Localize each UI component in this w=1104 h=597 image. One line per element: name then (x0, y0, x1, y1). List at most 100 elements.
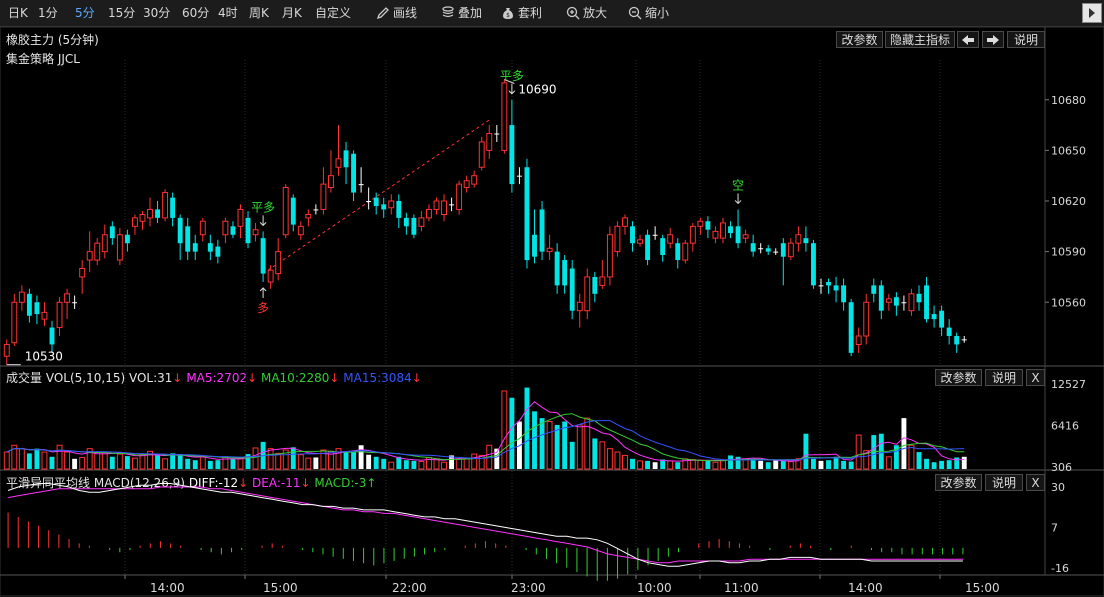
period-tab-6[interactable]: 4时 (218, 0, 238, 26)
volume-bar (562, 421, 568, 469)
macd-indicator: MACD(12,26,9) (93, 476, 185, 490)
down-arrow-icon: ↓ (172, 371, 183, 385)
volume-close-button[interactable]: X (1026, 369, 1045, 386)
scroll-left-button[interactable] (957, 31, 979, 48)
tool-button-0[interactable]: 画线 (376, 0, 417, 26)
zoom-in-icon (566, 6, 580, 20)
main-params-button[interactable]: 改参数 (836, 31, 883, 48)
candle-body (456, 183, 463, 210)
macd-close-button[interactable]: X (1026, 474, 1045, 491)
volume-bar (388, 461, 395, 470)
candle-body (546, 247, 553, 253)
candle-body (539, 209, 545, 252)
volume-bar (599, 441, 606, 470)
period-tab-4[interactable]: 30分 (143, 0, 170, 26)
down-arrow-icon: ↓ (247, 371, 258, 385)
candle-body (11, 301, 18, 344)
volume-bar (871, 435, 877, 469)
tool-button-1[interactable]: 叠加 (441, 0, 482, 26)
volume-bar (282, 449, 289, 470)
pen-icon (376, 6, 390, 20)
volume-help-button[interactable]: 说明 (985, 369, 1023, 386)
period-tab-0[interactable]: 日K (8, 0, 28, 26)
arrow-left-icon (962, 35, 974, 45)
volume-y-tick: 12527 (1051, 378, 1086, 391)
candle-body (192, 243, 198, 252)
tool-button-2[interactable]: $ 套利 (501, 0, 542, 26)
candle-body (366, 201, 372, 202)
candle-body (215, 246, 221, 257)
candle-body (765, 248, 771, 252)
tool-button-3[interactable]: 放大 (566, 0, 607, 26)
volume-bar (79, 456, 86, 470)
volume-bar (155, 455, 161, 469)
candle-body (803, 238, 809, 244)
volume-bar (124, 456, 130, 469)
volume-bar (885, 456, 892, 470)
period-tab-5[interactable]: 60分 (182, 0, 209, 26)
macd-help-button[interactable]: 说明 (985, 474, 1023, 491)
volume-bar (177, 454, 183, 469)
ma10-value: MA10:2280 (260, 371, 330, 385)
macd-params-button[interactable]: 改参数 (935, 474, 982, 491)
candle-body (418, 217, 425, 227)
chart-frame (0, 26, 1104, 597)
volume-bar (826, 460, 831, 469)
volume-bar (848, 461, 854, 469)
volume-params-button[interactable]: 改参数 (935, 369, 982, 386)
down-arrow-icon: ↓ (238, 476, 249, 490)
tool-label: 画线 (393, 6, 418, 20)
candle-body (848, 302, 854, 353)
hide-main-indicator-button[interactable]: 隐藏主指标 (885, 31, 955, 48)
candle-body (109, 226, 115, 239)
tool-button-4[interactable]: 缩小 (628, 0, 669, 26)
down-arrow-icon: ↓ (411, 371, 422, 385)
volume-bar (170, 453, 176, 469)
candle-body (599, 276, 606, 286)
candle-body (863, 301, 870, 337)
candle-body (689, 225, 696, 244)
volume-bar (780, 460, 786, 469)
candle-body (916, 293, 922, 303)
up-arrow-icon (259, 287, 267, 298)
volume-bar (199, 456, 206, 470)
candle-body (18, 291, 25, 303)
dea-line (8, 486, 963, 564)
candle-body (177, 217, 183, 244)
volume-bar (290, 447, 296, 469)
period-tab-2[interactable]: 5分 (75, 0, 95, 26)
scroll-right-button[interactable] (982, 31, 1004, 48)
candle-body (509, 125, 515, 185)
period-tab-3[interactable]: 15分 (108, 0, 135, 26)
stack-icon (441, 6, 455, 20)
diff-value: DIFF:-12 (188, 476, 239, 490)
volume-bar (833, 456, 839, 469)
next-arrow-button[interactable] (1082, 3, 1102, 23)
volume-bar (162, 458, 169, 470)
candle-body (290, 197, 296, 225)
macd-y-tick: -16 (1051, 562, 1069, 575)
macd-y-tick: 7 (1051, 522, 1058, 535)
candle-body (614, 225, 621, 253)
candle-body (878, 285, 884, 311)
candle-body (697, 220, 704, 227)
strategy-label: 集金策略 JJCL (6, 52, 80, 66)
high-pointer (504, 79, 515, 84)
candle-body (954, 336, 960, 345)
y-tick-label: 10650 (1051, 144, 1086, 157)
volume-bar (327, 450, 334, 470)
period-tab-7[interactable]: 周K (249, 0, 269, 26)
volume-bar (147, 450, 153, 470)
candle-body (637, 239, 644, 244)
candle-body (260, 238, 266, 274)
ma5-value: MA5:2702 (186, 371, 248, 385)
period-tab-8[interactable]: 月K (282, 0, 302, 26)
volume-bar (411, 460, 417, 469)
volume-bar (456, 458, 463, 470)
main-help-button[interactable]: 说明 (1007, 31, 1045, 48)
period-tab-9[interactable]: 自定义 (315, 0, 351, 26)
candle-body (343, 150, 349, 168)
period-tab-1[interactable]: 1分 (38, 0, 58, 26)
volume-bar (697, 459, 704, 470)
volume-bar (773, 460, 779, 469)
